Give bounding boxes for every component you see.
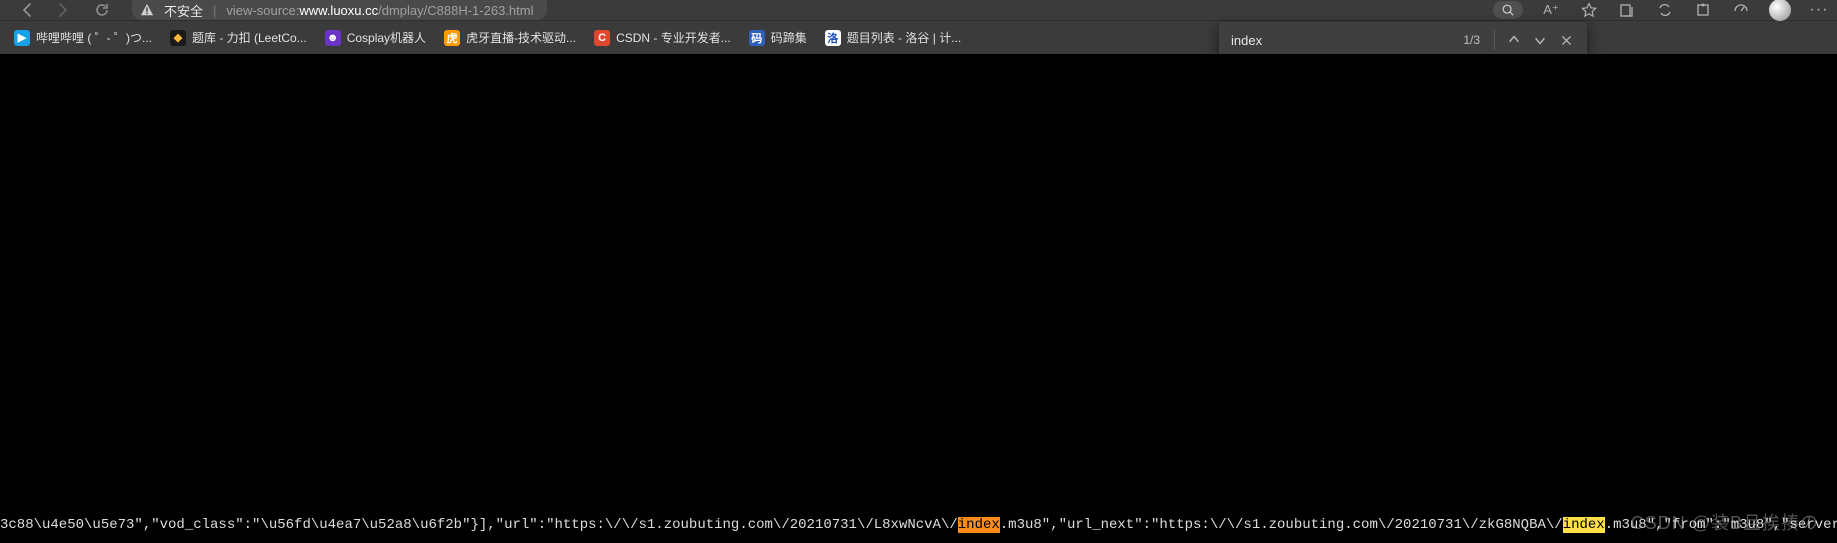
bookmark-item[interactable]: 洛题目列表 - 洛谷 | 计... [825, 29, 961, 46]
read-aloud-icon[interactable]: A⁺ [1541, 0, 1561, 20]
refresh-button[interactable] [92, 0, 112, 20]
browser-toolbar: 不安全 | view-source:www.luoxu.cc/dmplay/C8… [0, 0, 1837, 20]
nav-controls [0, 0, 122, 20]
bookmark-favicon: ◆ [170, 30, 186, 46]
sync-icon[interactable] [1655, 0, 1675, 20]
source-text: .m3u8","from":"m3u8","server":"no [1605, 517, 1837, 533]
toolbar-right: A⁺ ··· [1493, 0, 1829, 20]
find-close-button[interactable] [1553, 27, 1579, 53]
address-search-button[interactable] [1493, 1, 1523, 19]
not-secure-icon [140, 3, 154, 17]
bookmark-favicon: ▶ [14, 30, 30, 46]
find-next-button[interactable] [1527, 27, 1553, 53]
bookmark-label: 题库 - 力扣 (LeetCo... [192, 29, 307, 46]
more-icon[interactable]: ··· [1809, 0, 1829, 20]
source-text: .m3u8","url_next":"https:\/\/s1.zoubutin… [1000, 517, 1563, 533]
performance-icon[interactable] [1731, 0, 1751, 20]
bookmark-label: 虎牙直播-技术驱动... [466, 29, 576, 46]
find-in-page-bar: 1/3 [1219, 22, 1587, 58]
bookmark-item[interactable]: C CSDN - 专业开发者... [594, 29, 731, 46]
page-content: 3c88\u4e50\u5e73","vod_class":"\u56fd\u4… [0, 54, 1837, 543]
favorite-icon[interactable] [1579, 0, 1599, 20]
extensions-icon[interactable] [1693, 0, 1713, 20]
bookmark-label: 题目列表 - 洛谷 | 计... [847, 29, 961, 46]
not-secure-label: 不安全 [164, 1, 203, 20]
back-button[interactable] [18, 0, 38, 20]
forward-button[interactable] [52, 0, 72, 20]
bookmark-label: 哔哩哔哩 ( ゜- ゜)つ... [36, 29, 152, 46]
collections-icon[interactable] [1617, 0, 1637, 20]
bookmark-item[interactable]: ◆ 题库 - 力扣 (LeetCo... [170, 29, 307, 46]
find-count: 1/3 [1463, 33, 1480, 47]
find-input[interactable] [1231, 33, 1455, 48]
source-line[interactable]: 3c88\u4e50\u5e73","vod_class":"\u56fd\u4… [0, 517, 1837, 533]
source-text: 3c88\u4e50\u5e73","vod_class":"\u56fd\u4… [0, 517, 958, 533]
bookmark-item[interactable]: 码码蹄集 [749, 29, 807, 46]
bookmark-label: 码蹄集 [771, 29, 807, 46]
profile-avatar[interactable] [1769, 0, 1791, 21]
find-prev-button[interactable] [1501, 27, 1527, 53]
search-match: index [1563, 517, 1605, 533]
bookmark-favicon: ☻ [325, 30, 341, 46]
address-bar[interactable]: 不安全 | view-source:www.luoxu.cc/dmplay/C8… [132, 0, 547, 20]
bookmark-favicon: 虎 [444, 30, 460, 46]
bookmark-label: Cosplay机器人 [347, 29, 426, 46]
bookmark-favicon: 码 [749, 30, 765, 46]
bookmark-favicon: C [594, 30, 610, 46]
bookmark-item[interactable]: ▶ 哔哩哔哩 ( ゜- ゜)つ... [14, 29, 152, 46]
bookmark-favicon: 洛 [825, 30, 841, 46]
bookmark-item[interactable]: 虎虎牙直播-技术驱动... [444, 29, 576, 46]
url-text: view-source:www.luoxu.cc/dmplay/C888H-1-… [226, 3, 533, 18]
divider [1494, 30, 1495, 50]
search-match-current: index [958, 517, 1000, 533]
bookmark-label: CSDN - 专业开发者... [616, 29, 731, 46]
bookmark-item[interactable]: ☻ Cosplay机器人 [325, 29, 426, 46]
